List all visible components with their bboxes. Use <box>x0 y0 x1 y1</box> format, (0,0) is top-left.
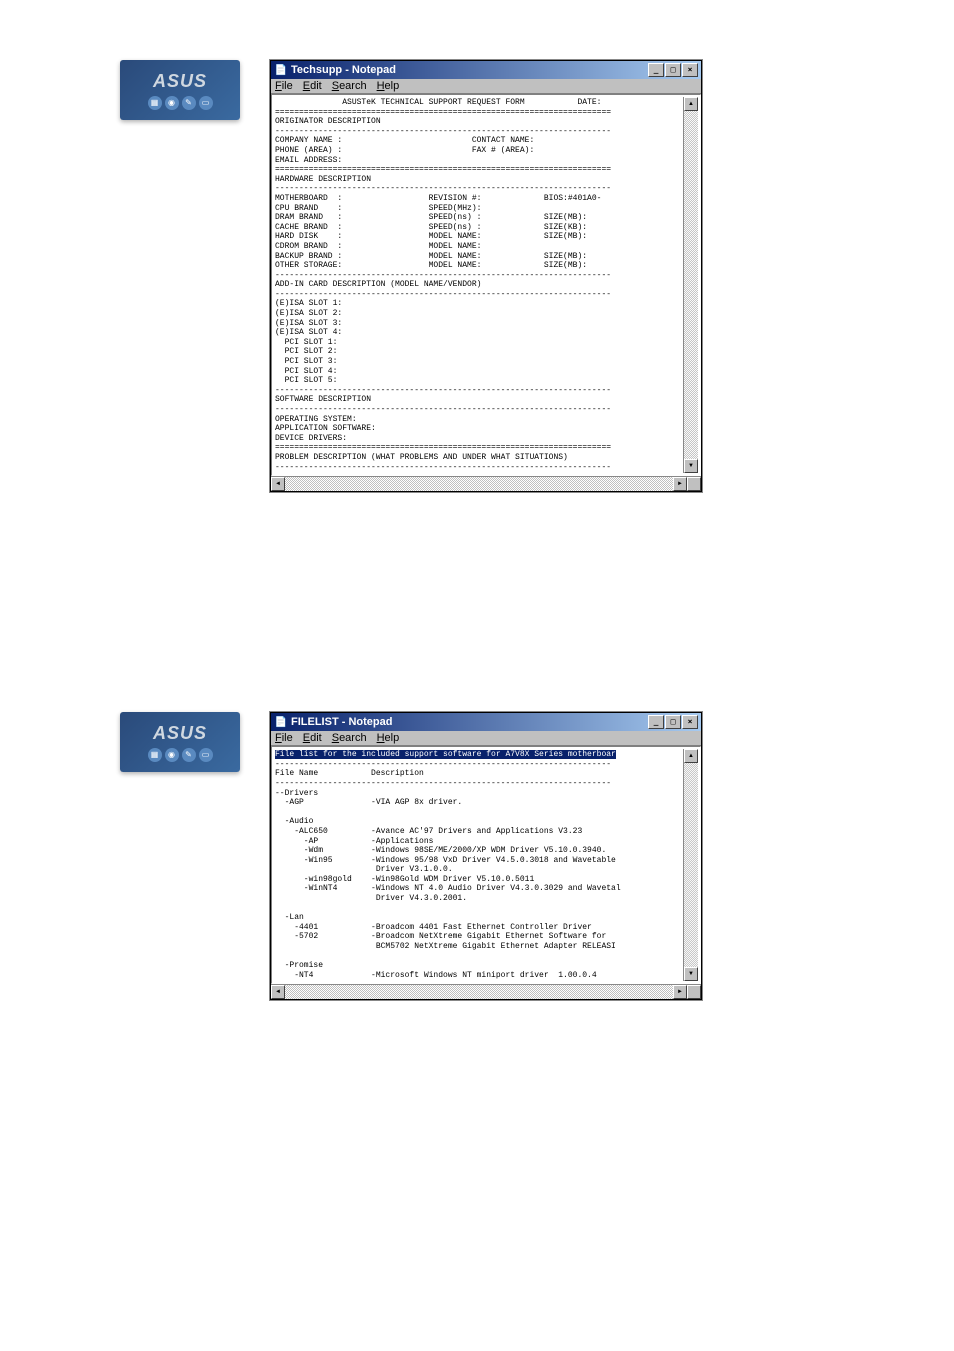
menu-search[interactable]: Search <box>332 732 367 744</box>
scroll-right-arrow-icon[interactable]: ► <box>673 477 687 491</box>
logo-icon-3: ✎ <box>182 96 196 110</box>
menubar: File Edit Search Help <box>271 79 701 94</box>
minimize-button[interactable]: _ <box>648 63 664 77</box>
textarea-container: File list for the included support softw… <box>271 746 701 984</box>
logo-icon-2: ◉ <box>165 96 179 110</box>
scroll-down-arrow-icon[interactable]: ▼ <box>684 967 698 981</box>
scroll-track-h[interactable] <box>285 985 673 999</box>
scroll-right-arrow-icon[interactable]: ► <box>673 985 687 999</box>
logo-icon-3: ✎ <box>182 748 196 762</box>
text-content[interactable]: File list for the included support softw… <box>274 749 683 981</box>
scrollbar-horizontal[interactable]: ◄ ► <box>271 476 701 491</box>
scroll-down-arrow-icon[interactable]: ▼ <box>684 459 698 473</box>
menubar: File Edit Search Help <box>271 731 701 746</box>
scrollbar-horizontal[interactable]: ◄ ► <box>271 984 701 999</box>
window-buttons: _ □ × <box>648 715 698 729</box>
resize-grip-icon[interactable] <box>687 477 701 491</box>
asus-logo: ASUS ▦ ◉ ✎ ▭ <box>120 60 240 120</box>
scrollbar-vertical[interactable]: ▲ ▼ <box>683 97 698 473</box>
asus-brand-text: ASUS <box>153 723 207 744</box>
notepad-window-filelist: 📄 FILELIST - Notepad _ □ × File Edit Sea… <box>270 712 702 1000</box>
scroll-left-arrow-icon[interactable]: ◄ <box>271 985 285 999</box>
maximize-button[interactable]: □ <box>665 63 681 77</box>
asus-logo-icons: ▦ ◉ ✎ ▭ <box>148 748 213 762</box>
menu-edit[interactable]: Edit <box>303 80 322 92</box>
close-button[interactable]: × <box>682 63 698 77</box>
scroll-track-h[interactable] <box>285 477 673 491</box>
titlebar[interactable]: 📄 FILELIST - Notepad _ □ × <box>271 713 701 731</box>
window-buttons: _ □ × <box>648 63 698 77</box>
section-filelist: ASUS ▦ ◉ ✎ ▭ 📄 FILELIST - Notepad _ □ × … <box>120 712 834 1000</box>
logo-icon-1: ▦ <box>148 748 162 762</box>
asus-logo-icons: ▦ ◉ ✎ ▭ <box>148 96 213 110</box>
scroll-track-v[interactable] <box>684 763 698 967</box>
section-techsupp: ASUS ▦ ◉ ✎ ▭ 📄 Techsupp - Notepad _ □ × … <box>120 60 834 492</box>
logo-icon-1: ▦ <box>148 96 162 110</box>
logo-icon-4: ▭ <box>199 96 213 110</box>
menu-file[interactable]: File <box>275 732 293 744</box>
minimize-button[interactable]: _ <box>648 715 664 729</box>
asus-logo: ASUS ▦ ◉ ✎ ▭ <box>120 712 240 772</box>
maximize-button[interactable]: □ <box>665 715 681 729</box>
notepad-icon: 📄 <box>274 715 288 729</box>
titlebar[interactable]: 📄 Techsupp - Notepad _ □ × <box>271 61 701 79</box>
scroll-left-arrow-icon[interactable]: ◄ <box>271 477 285 491</box>
window-title: FILELIST - Notepad <box>291 716 648 728</box>
menu-help[interactable]: Help <box>377 80 400 92</box>
scroll-track-v[interactable] <box>684 111 698 459</box>
menu-edit[interactable]: Edit <box>303 732 322 744</box>
logo-icon-2: ◉ <box>165 748 179 762</box>
textarea-container: ASUSTeK TECHNICAL SUPPORT REQUEST FORM D… <box>271 94 701 476</box>
selected-text[interactable]: File list for the included support softw… <box>275 750 616 759</box>
notepad-icon: 📄 <box>274 63 288 77</box>
close-button[interactable]: × <box>682 715 698 729</box>
logo-icon-4: ▭ <box>199 748 213 762</box>
scroll-up-arrow-icon[interactable]: ▲ <box>684 749 698 763</box>
body-text[interactable]: ----------------------------------------… <box>275 760 621 980</box>
notepad-window-techsupp: 📄 Techsupp - Notepad _ □ × File Edit Sea… <box>270 60 702 492</box>
menu-help[interactable]: Help <box>377 732 400 744</box>
menu-search[interactable]: Search <box>332 80 367 92</box>
resize-grip-icon[interactable] <box>687 985 701 999</box>
scrollbar-vertical[interactable]: ▲ ▼ <box>683 749 698 981</box>
asus-brand-text: ASUS <box>153 71 207 92</box>
menu-file[interactable]: File <box>275 80 293 92</box>
scroll-up-arrow-icon[interactable]: ▲ <box>684 97 698 111</box>
text-content[interactable]: ASUSTeK TECHNICAL SUPPORT REQUEST FORM D… <box>274 97 683 473</box>
window-title: Techsupp - Notepad <box>291 64 648 76</box>
